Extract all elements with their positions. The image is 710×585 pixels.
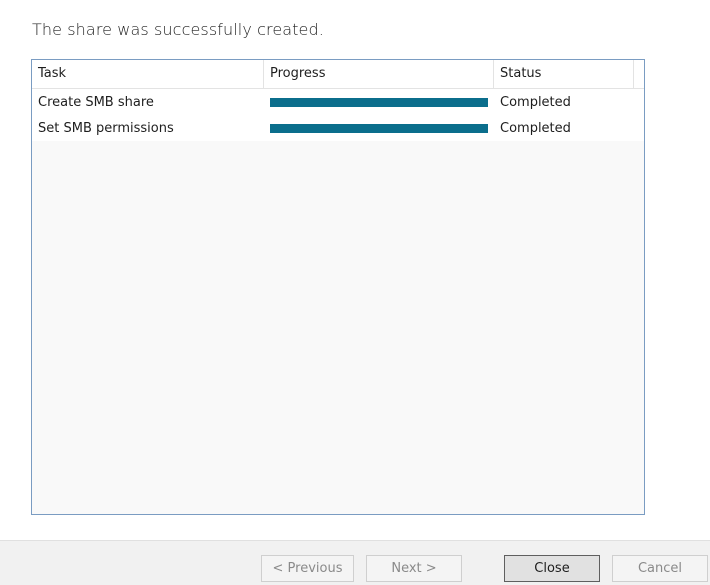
column-header-task[interactable]: Task: [32, 60, 264, 88]
progress-bar: [270, 123, 488, 133]
close-button[interactable]: Close: [504, 555, 600, 582]
task-name: Set SMB permissions: [38, 120, 174, 136]
task-status: Completed: [500, 120, 571, 136]
column-header-status[interactable]: Status: [494, 60, 634, 88]
next-button[interactable]: Next >: [366, 555, 462, 582]
progress-bar: [270, 97, 488, 107]
cancel-button[interactable]: Cancel: [612, 555, 708, 582]
table-row[interactable]: Set SMB permissions Completed: [32, 115, 644, 141]
progress-cell: [264, 97, 494, 107]
table-row[interactable]: Create SMB share Completed: [32, 89, 644, 115]
previous-button[interactable]: < Previous: [261, 555, 354, 582]
column-header-filler: [634, 60, 644, 88]
wizard-page: The share was successfully created. Task…: [0, 0, 710, 585]
progress-cell: [264, 123, 494, 133]
result-message: The share was successfully created.: [32, 20, 324, 39]
progress-bar-fill: [270, 123, 488, 133]
wizard-footer: < Previous Next > Close Cancel: [0, 540, 710, 585]
task-status: Completed: [500, 94, 571, 110]
results-list[interactable]: Task Progress Status Create SMB share Co…: [31, 59, 645, 515]
results-grid: Task Progress Status Create SMB share Co…: [32, 60, 644, 141]
column-header-progress[interactable]: Progress: [264, 60, 494, 88]
progress-bar-fill: [270, 97, 488, 107]
grid-header: Task Progress Status: [32, 60, 644, 89]
task-name: Create SMB share: [38, 94, 154, 110]
